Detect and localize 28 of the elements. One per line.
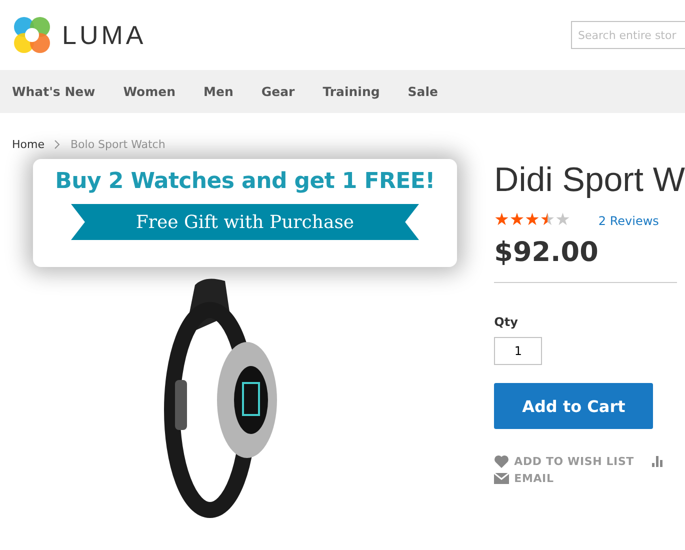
promo-headline: Buy 2 Watches and get 1 FREE!	[55, 169, 435, 194]
nav-link[interactable]: Gear	[261, 84, 295, 99]
nav-link[interactable]: Men	[204, 84, 234, 99]
breadcrumb-current: Bolo Sport Watch	[70, 138, 166, 151]
search-field[interactable]: Search entire stor	[571, 21, 685, 49]
nav-link[interactable]: Sale	[408, 84, 438, 99]
logo-icon[interactable]	[12, 15, 52, 55]
nav-link[interactable]: Training	[322, 84, 380, 99]
breadcrumb-link[interactable]: Home	[12, 138, 44, 151]
logo-text[interactable]: LUMA	[62, 20, 146, 50]
envelope-icon	[494, 473, 510, 484]
star-icon: ★	[494, 212, 510, 229]
heart-icon	[494, 455, 510, 468]
product-price: $92.00	[494, 237, 600, 268]
chevron-icon	[54, 140, 60, 149]
nav-link[interactable]: Women	[123, 84, 176, 99]
add-to-cart-button[interactable]: Add to Cart	[494, 383, 654, 429]
qty-label: Qty	[494, 315, 519, 329]
star-icon: ★	[524, 212, 540, 229]
reviews-link[interactable]: 2 Reviews	[598, 214, 659, 228]
compare-link[interactable]	[652, 455, 664, 468]
bar-chart-icon	[652, 456, 664, 467]
qty-field[interactable]: 1	[494, 337, 542, 365]
star-icon: ★	[555, 212, 570, 229]
star-icon: ★	[509, 212, 525, 229]
promo-ribbon: Free Gift with Purchase	[71, 204, 419, 240]
product-title: Didi Sport W	[494, 161, 685, 200]
nav-link[interactable]: What's New	[12, 84, 96, 99]
